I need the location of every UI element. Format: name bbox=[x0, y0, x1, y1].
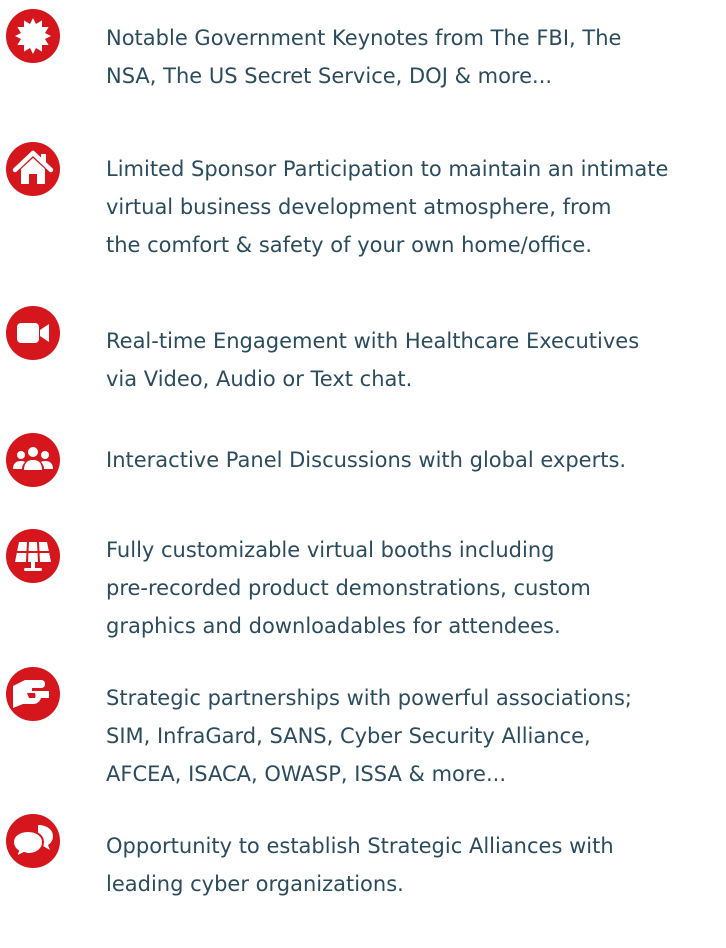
award-badge-icon bbox=[5, 8, 61, 64]
feature-line: virtual business development atmosphere,… bbox=[106, 195, 612, 219]
feature-line: AFCEA, ISACA, OWASP, ISSA & more... bbox=[106, 762, 506, 786]
solar-panel-icon bbox=[5, 528, 61, 584]
handshake-icon bbox=[5, 666, 61, 722]
video-camera-icon bbox=[5, 305, 61, 361]
home-icon bbox=[5, 141, 61, 197]
feature-line: NSA, The US Secret Service, DOJ & more..… bbox=[106, 64, 553, 88]
feature-text-sponsor-participation: Limited Sponsor Participation to maintai… bbox=[106, 150, 724, 264]
feature-line: pre-recorded product demonstrations, cus… bbox=[106, 576, 591, 600]
chat-bubbles-icon bbox=[5, 813, 61, 869]
feature-list: Notable Government Keynotes from The FBI… bbox=[0, 0, 726, 948]
feature-line: via Video, Audio or Text chat. bbox=[106, 367, 413, 391]
feature-line: Fully customizable virtual booths includ… bbox=[106, 538, 555, 562]
feature-text-strategic-partnerships: Strategic partnerships with powerful ass… bbox=[106, 679, 724, 793]
feature-line: Opportunity to establish Strategic Allia… bbox=[106, 834, 614, 858]
feature-line: the comfort & safety of your own home/of… bbox=[106, 233, 593, 257]
feature-text-strategic-alliances: Opportunity to establish Strategic Allia… bbox=[106, 827, 724, 903]
users-group-icon bbox=[5, 432, 61, 488]
feature-line: Real-time Engagement with Healthcare Exe… bbox=[106, 329, 640, 353]
feature-line: SIM, InfraGard, SANS, Cyber Security All… bbox=[106, 724, 591, 748]
feature-line: Strategic partnerships with powerful ass… bbox=[106, 686, 633, 710]
feature-text-panel-discussions: Interactive Panel Discussions with globa… bbox=[106, 441, 724, 479]
feature-text-real-time-engagement: Real-time Engagement with Healthcare Exe… bbox=[106, 322, 724, 398]
feature-text-keynotes: Notable Government Keynotes from The FBI… bbox=[106, 19, 724, 95]
feature-line: Interactive Panel Discussions with globa… bbox=[106, 448, 627, 472]
feature-line: graphics and downloadables for attendees… bbox=[106, 614, 561, 638]
feature-line: leading cyber organizations. bbox=[106, 872, 404, 896]
feature-line: Notable Government Keynotes from The FBI… bbox=[106, 26, 622, 50]
feature-text-virtual-booths: Fully customizable virtual booths includ… bbox=[106, 531, 724, 645]
feature-line: Limited Sponsor Participation to maintai… bbox=[106, 157, 669, 181]
